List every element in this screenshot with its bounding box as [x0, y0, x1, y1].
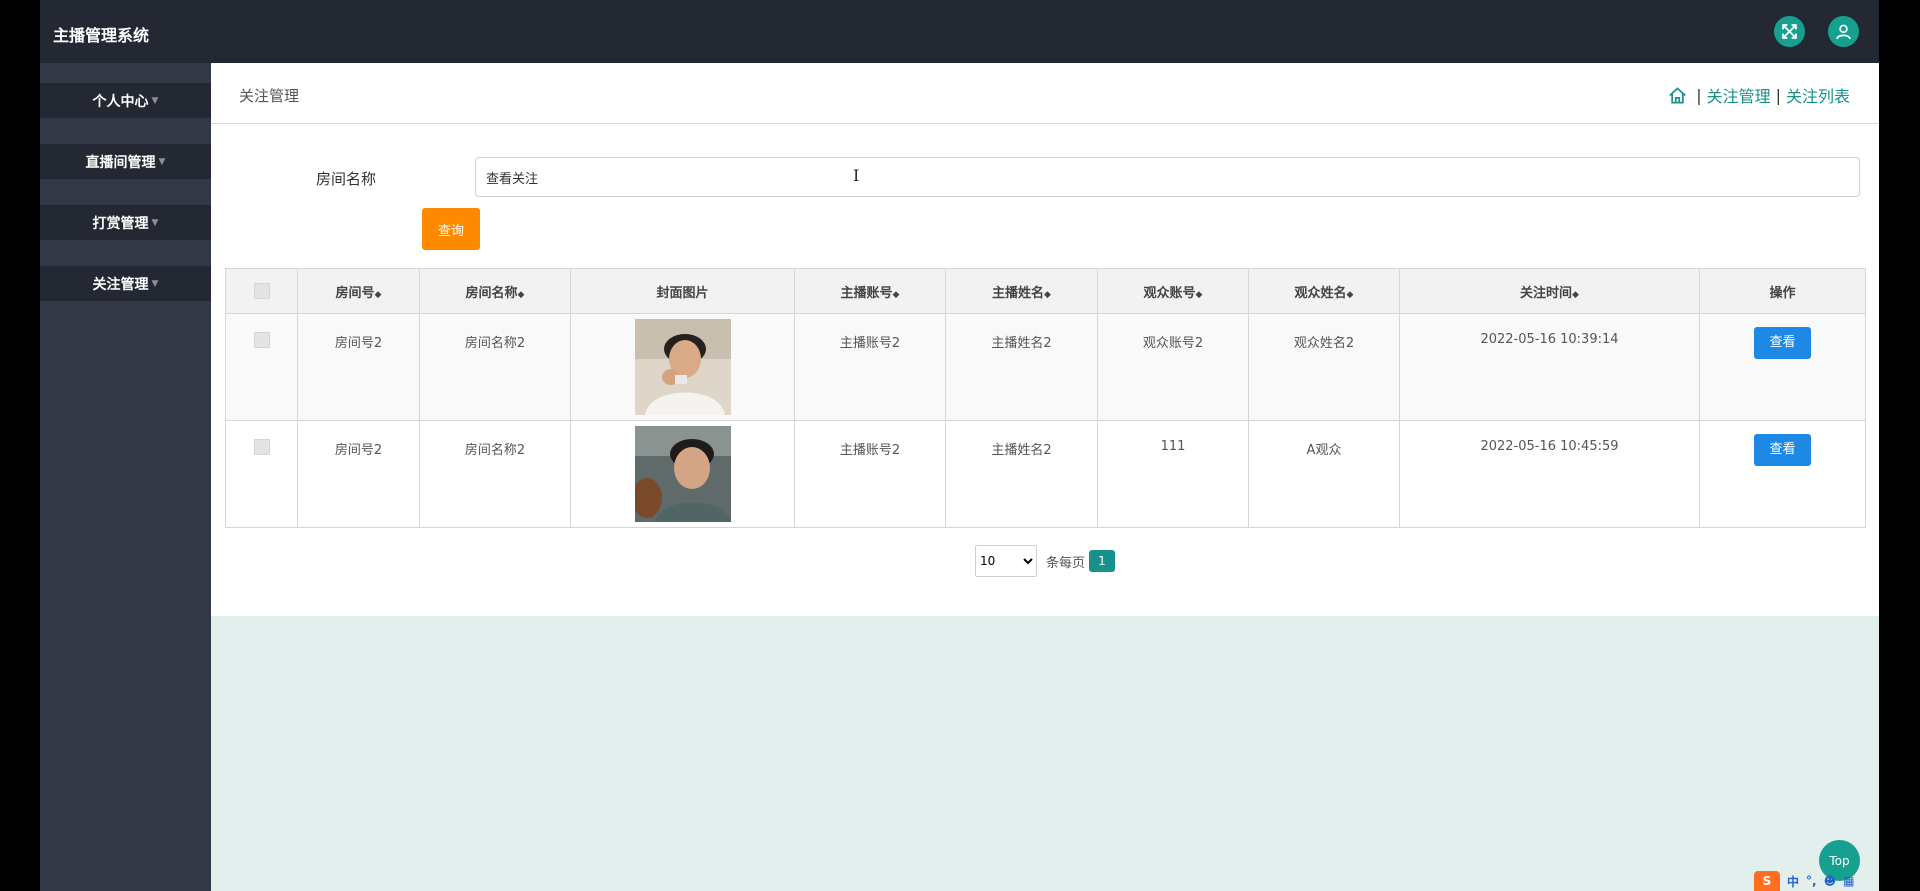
top-bar: 主播管理系统: [40, 0, 1879, 63]
sort-icon: ◆: [374, 289, 382, 300]
sidebar-item-personal-center[interactable]: 个人中心 ▼: [40, 83, 211, 118]
cover-image-cell: [570, 420, 795, 528]
query-button[interactable]: 查询: [422, 208, 480, 250]
ime-punctuation-icon[interactable]: °,: [1806, 874, 1817, 888]
user-icon: [1836, 24, 1851, 40]
caret-down-icon: ▼: [151, 217, 159, 228]
column-header-viewer-name[interactable]: 观众姓名◆: [1248, 268, 1400, 314]
sort-icon: ◆: [892, 289, 900, 300]
page-header: 关注管理 | 关注管理 | 关注列表: [211, 63, 1879, 124]
sidebar: 个人中心 ▼ 直播间管理 ▼ 打赏管理 ▼ 关注管理 ▼: [40, 63, 211, 891]
sidebar-item-label: 直播间管理: [85, 154, 156, 171]
cover-image[interactable]: [634, 319, 731, 415]
sidebar-item-live-room-management[interactable]: 直播间管理 ▼: [40, 144, 211, 179]
row-select-cell: [225, 420, 298, 528]
column-header-anchor-name[interactable]: 主播姓名◆: [945, 268, 1098, 314]
room-no-cell: 房间号2: [297, 313, 420, 421]
viewer-account-cell: 111: [1097, 420, 1249, 528]
column-header-viewer-account[interactable]: 观众账号◆: [1097, 268, 1249, 314]
table-header-row: 房间号◆ 房间名称◆ 封面图片 主播账号◆ 主播姓名◆ 观众账号◆ 观众姓名◆ …: [225, 268, 1866, 314]
pagination: 10 条每页 1: [211, 544, 1879, 578]
cover-image[interactable]: [634, 426, 731, 522]
table-row: 房间号2 房间名称2 主播账号2 主播姓名2 111 A观众 2022-05-1…: [225, 420, 1866, 528]
row-checkbox[interactable]: [253, 439, 270, 455]
sort-icon: ◆: [517, 289, 525, 300]
page-number-current[interactable]: 1: [1089, 550, 1115, 572]
column-header-follow-time[interactable]: 关注时间◆: [1399, 268, 1700, 314]
select-all-checkbox[interactable]: [253, 283, 270, 299]
anchor-name-cell: 主播姓名2: [945, 420, 1098, 528]
app-window: 主播管理系统 个人中心 ▼ 直播间管理 ▼ 打赏管理 ▼ 关注管理 ▼ 关注管理…: [40, 0, 1879, 891]
sort-icon: ◆: [1346, 289, 1354, 300]
ime-logo-icon[interactable]: S: [1754, 871, 1780, 891]
column-header-room-no[interactable]: 房间号◆: [297, 268, 420, 314]
table-row: 房间号2 房间名称2 主播账号2 主播姓名2 观众账号2 观众姓名2 2022-…: [225, 313, 1866, 421]
row-select-cell: [225, 313, 298, 421]
breadcrumb-follow-list[interactable]: 关注列表: [1786, 83, 1850, 107]
caret-down-icon: ▼: [158, 156, 166, 167]
ime-keyboard-icon[interactable]: ▦: [1843, 874, 1854, 888]
row-checkbox[interactable]: [253, 332, 270, 348]
page-title: 关注管理: [239, 87, 300, 105]
sort-icon: ◆: [1044, 289, 1051, 300]
sort-icon: ◆: [1572, 289, 1579, 300]
anchor-account-cell: 主播账号2: [794, 313, 946, 421]
text-cursor-icon: I: [853, 166, 860, 185]
fullscreen-button[interactable]: [1774, 16, 1805, 47]
breadcrumb: | 关注管理 | 关注列表: [1668, 83, 1850, 107]
sidebar-item-reward-management[interactable]: 打赏管理 ▼: [40, 205, 211, 240]
breadcrumb-separator: |: [1775, 85, 1781, 105]
caret-down-icon: ▼: [151, 95, 159, 106]
actions-cell: 查看: [1699, 420, 1866, 528]
select-all-cell: [225, 268, 298, 314]
page-size-select[interactable]: 10: [974, 545, 1037, 577]
room-name-cell: 房间名称2: [419, 313, 571, 421]
user-menu-button[interactable]: [1828, 16, 1859, 47]
fullscreen-icon: [1782, 24, 1797, 39]
search-label-room-name: 房间名称: [316, 170, 377, 188]
column-header-actions: 操作: [1699, 268, 1866, 314]
view-button[interactable]: 查看: [1754, 327, 1811, 359]
breadcrumb-follow-management[interactable]: 关注管理: [1707, 83, 1771, 107]
caret-down-icon: ▼: [151, 278, 159, 289]
room-name-cell: 房间名称2: [419, 420, 571, 528]
actions-cell: 查看: [1699, 313, 1866, 421]
home-icon[interactable]: [1668, 86, 1687, 105]
room-no-cell: 房间号2: [297, 420, 420, 528]
follow-time-cell: 2022-05-16 10:39:14: [1399, 313, 1700, 421]
viewer-name-cell: 观众姓名2: [1248, 313, 1400, 421]
ime-mode-toggle[interactable]: 中: [1787, 873, 1799, 890]
app-title: 主播管理系统: [53, 26, 150, 45]
ime-emoji-icon[interactable]: ☻: [1824, 874, 1837, 888]
viewer-account-cell: 观众账号2: [1097, 313, 1249, 421]
follow-time-cell: 2022-05-16 10:45:59: [1399, 420, 1700, 528]
per-page-label: 条每页: [1045, 555, 1085, 571]
column-header-cover-image: 封面图片: [570, 268, 795, 314]
anchor-account-cell: 主播账号2: [794, 420, 946, 528]
breadcrumb-separator: |: [1696, 85, 1702, 105]
sidebar-item-label: 个人中心: [92, 93, 149, 110]
column-header-room-name[interactable]: 房间名称◆: [419, 268, 571, 314]
main-content: 关注管理 | 关注管理 | 关注列表 房间名称 I 查询: [211, 63, 1879, 616]
view-button[interactable]: 查看: [1754, 434, 1811, 466]
cover-image-cell: [570, 313, 795, 421]
viewer-name-cell: A观众: [1248, 420, 1400, 528]
follow-table: 房间号◆ 房间名称◆ 封面图片 主播账号◆ 主播姓名◆ 观众账号◆ 观众姓名◆ …: [225, 268, 1866, 528]
sort-icon: ◆: [1195, 289, 1203, 300]
sidebar-item-label: 打赏管理: [92, 215, 149, 232]
column-header-anchor-account[interactable]: 主播账号◆: [794, 268, 946, 314]
sidebar-item-label: 关注管理: [92, 276, 149, 293]
room-name-search-input[interactable]: [475, 157, 1860, 197]
ime-toolbar: S 中 °, ☻ ▦: [1754, 871, 1879, 891]
sidebar-item-follow-management[interactable]: 关注管理 ▼: [40, 266, 211, 301]
anchor-name-cell: 主播姓名2: [945, 313, 1098, 421]
